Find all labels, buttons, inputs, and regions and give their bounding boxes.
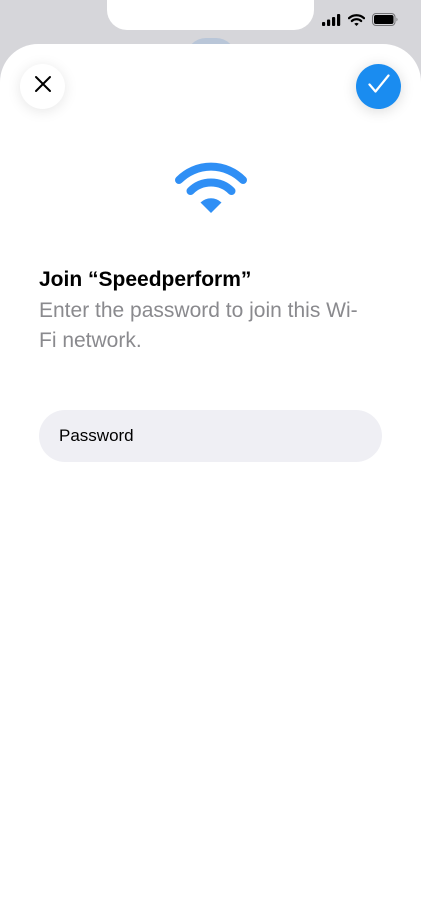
cellular-signal-icon — [322, 13, 341, 31]
confirm-join-button[interactable] — [356, 64, 401, 109]
page-subtitle: Enter the password to join this Wi-Fi ne… — [39, 299, 358, 352]
checkmark-icon — [367, 74, 390, 99]
page-title: Join “Speedperform” — [39, 268, 252, 291]
wifi-icon — [174, 160, 248, 214]
battery-icon — [372, 13, 399, 31]
device-notch — [107, 0, 314, 30]
close-button[interactable] — [20, 64, 65, 109]
status-bar — [322, 12, 399, 32]
close-icon — [34, 75, 52, 98]
phone-screen: Join “Speedperform” Enter the password t… — [0, 0, 421, 912]
wifi-icon — [347, 13, 366, 31]
password-input[interactable] — [39, 410, 382, 462]
